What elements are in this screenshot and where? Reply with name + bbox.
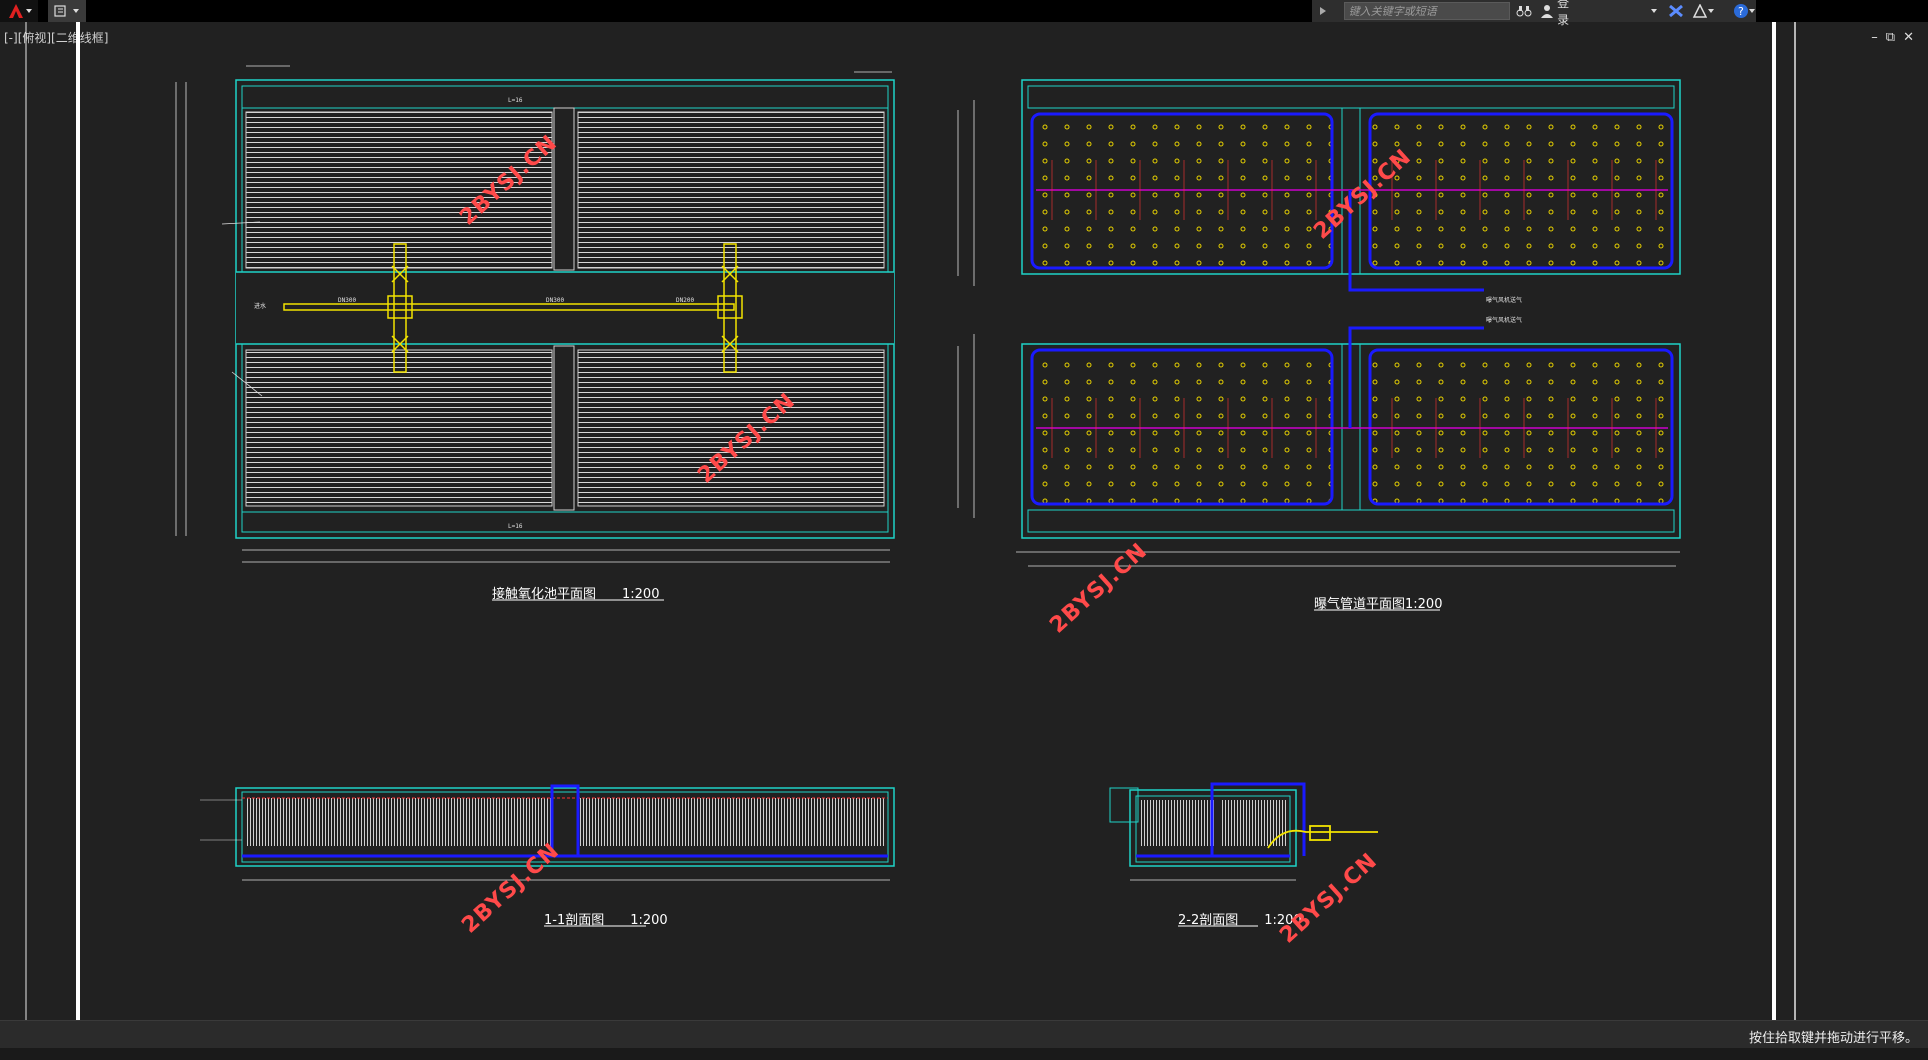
expand-arrow-icon[interactable] xyxy=(1318,5,1328,17)
help-dropdown-icon[interactable] xyxy=(1748,7,1756,15)
dropdown-arrow-icon[interactable] xyxy=(72,7,80,15)
search-input[interactable]: 键入关键字或短语 xyxy=(1343,2,1511,20)
application-menu-button[interactable] xyxy=(0,0,38,22)
status-bar: 按住拾取键并拖动进行平移。 xyxy=(0,1020,1928,1049)
properties-icon[interactable] xyxy=(54,4,68,18)
svg-text:L=16: L=16 xyxy=(508,97,523,104)
user-icon xyxy=(1540,5,1553,18)
svg-text:DN300: DN300 xyxy=(546,297,564,304)
a360-dropdown-icon[interactable] xyxy=(1707,7,1715,15)
binoculars-icon[interactable] xyxy=(1516,4,1532,18)
aeration-pipe-plan: 曝气风机送气 曝气风机送气 xyxy=(957,79,1681,567)
svg-text:进水: 进水 xyxy=(254,302,266,310)
svg-text:?: ? xyxy=(1738,5,1744,18)
watermark: 2BYSJ.CN xyxy=(1045,538,1152,638)
svg-text:DN300: DN300 xyxy=(338,297,356,304)
status-message: 按住拾取键并拖动进行平移。 xyxy=(1748,1031,1918,1046)
bottom-strip xyxy=(0,1048,1928,1060)
watermark: 2BYSJ.CN xyxy=(1275,848,1382,948)
autodesk-a360-icon[interactable] xyxy=(1692,4,1707,18)
svg-text:DN200: DN200 xyxy=(676,297,694,304)
section-2-2 xyxy=(1109,782,1378,881)
svg-text:曝气风机送气: 曝气风机送气 xyxy=(1486,316,1522,324)
help-icon[interactable]: ? xyxy=(1733,3,1748,19)
login-dropdown-icon[interactable] xyxy=(1650,7,1658,15)
drawing-canvas[interactable]: L=16 L=16 DN300 DN300 DN200 进水 曝气风机送气 曝气… xyxy=(0,22,1928,1020)
infocenter-bar: 键入关键字或短语 登录 ? xyxy=(1312,0,1756,27)
quick-access-toolbar[interactable] xyxy=(48,0,86,22)
svg-text:曝气风机送气: 曝气风机送气 xyxy=(1486,296,1522,304)
svg-text:L=16: L=16 xyxy=(508,523,523,530)
title-bar: 键入关键字或短语 登录 ? xyxy=(0,0,1928,27)
autocad-logo-icon xyxy=(9,4,32,18)
exchange-apps-icon[interactable] xyxy=(1668,4,1684,18)
